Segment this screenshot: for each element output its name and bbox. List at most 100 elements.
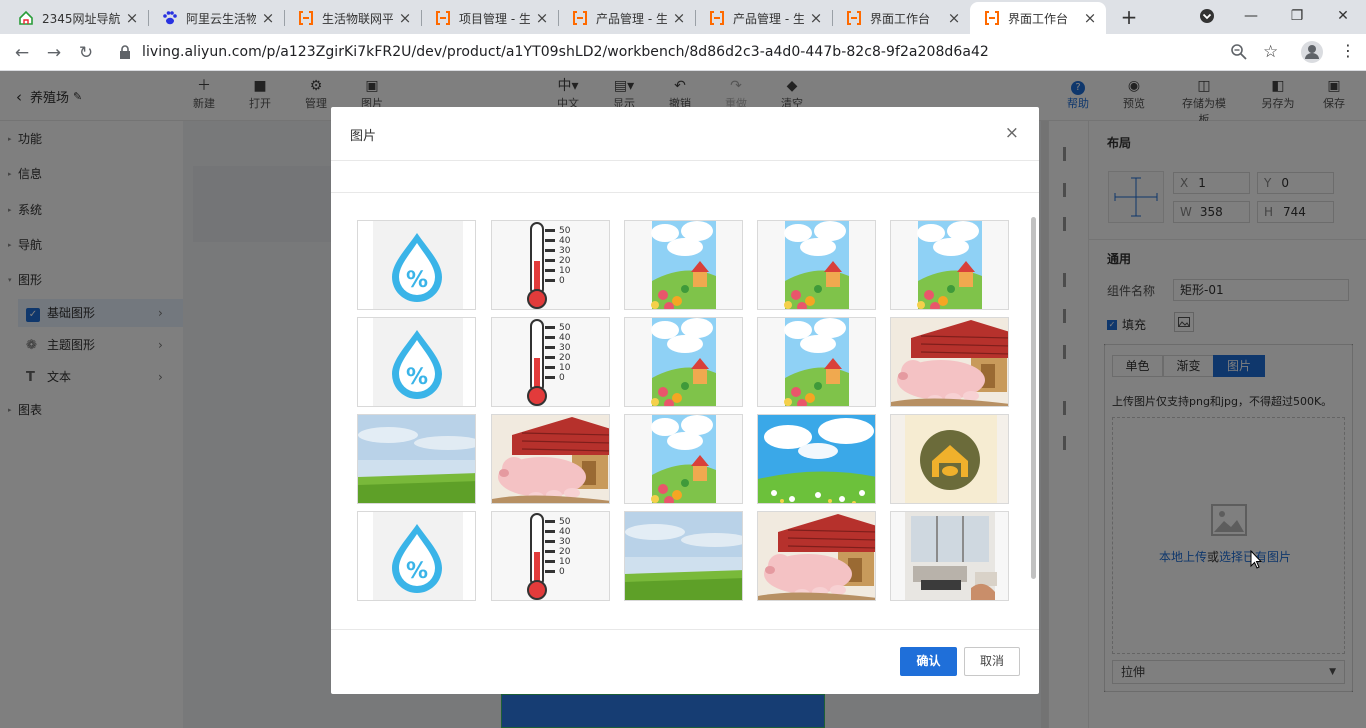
svg-text:50: 50	[559, 517, 571, 527]
confirm-button[interactable]: 确认	[900, 647, 957, 676]
popover-dim	[1104, 344, 1353, 692]
svg-text:%: %	[406, 268, 428, 293]
tab-title: 2345网址导航	[42, 11, 120, 26]
dialog-footer: 确认 取消	[331, 629, 1039, 694]
back-icon[interactable]: ←	[9, 40, 35, 66]
svg-text:10: 10	[559, 557, 571, 567]
tab-close-icon[interactable]: ×	[534, 9, 550, 27]
bracket-icon	[846, 10, 862, 26]
thermometer-icon[interactable]: 50 40 30 20 10 0	[491, 511, 610, 601]
svg-text:40: 40	[559, 333, 571, 343]
cartoon-village-image[interactable]	[624, 220, 743, 310]
cartoon-village-image[interactable]	[624, 317, 743, 407]
tab-close-icon[interactable]: ×	[808, 9, 824, 27]
browser-tab-bar: 2345网址导航 × 阿里云生活物 × 生活物联网平 × 项目管理 - 生 × 产品管理 - 生…	[0, 0, 1366, 34]
svg-text:10: 10	[559, 266, 571, 276]
house-icon	[18, 10, 34, 26]
browser-tab[interactable]: 产品管理 - 生 ×	[695, 2, 832, 34]
tab-close-icon[interactable]: ×	[946, 9, 962, 27]
dialog-header: 图片 ×	[331, 107, 1039, 161]
bracket-icon	[572, 10, 588, 26]
cancel-button[interactable]: 取消	[964, 647, 1020, 676]
browser-tab[interactable]: 生活物联网平 ×	[284, 2, 421, 34]
bracket-icon	[984, 10, 1000, 26]
dialog-toolbar	[331, 161, 1039, 193]
svg-text:10: 10	[559, 363, 571, 373]
bookmark-star-icon[interactable]: ☆	[1263, 42, 1278, 62]
grass-field-image[interactable]	[357, 414, 476, 504]
cartoon-village-image[interactable]	[624, 414, 743, 504]
humidity-drop-icon[interactable]: %	[357, 220, 476, 310]
browser-tab[interactable]: 产品管理 - 生 ×	[558, 2, 695, 34]
barn-badge-icon[interactable]	[890, 414, 1009, 504]
humidity-drop-icon[interactable]: %	[357, 511, 476, 601]
browser-tab[interactable]: 阿里云生活物 ×	[148, 2, 284, 34]
svg-text:%: %	[406, 559, 428, 584]
svg-text:30: 30	[559, 343, 571, 353]
svg-text:20: 20	[559, 353, 571, 363]
svg-text:0: 0	[559, 567, 565, 577]
svg-text:40: 40	[559, 236, 571, 246]
restore-icon[interactable]: ❐	[1274, 0, 1320, 32]
zoom-icon[interactable]	[1230, 43, 1248, 64]
url-text: living.aliyun.com/p/a123ZgirKi7kFR2U/dev…	[142, 44, 989, 60]
living-room-image[interactable]	[890, 511, 1009, 601]
tab-title: 生活物联网平	[322, 11, 393, 26]
svg-text:50: 50	[559, 323, 571, 333]
svg-text:40: 40	[559, 527, 571, 537]
svg-text:0: 0	[559, 373, 565, 383]
grass-field-image[interactable]	[624, 511, 743, 601]
tab-close-icon[interactable]: ×	[260, 9, 276, 27]
reload-icon[interactable]: ↻	[73, 40, 99, 66]
tab-close-icon[interactable]: ×	[1082, 9, 1098, 27]
tab-title: 阿里云生活物	[186, 11, 256, 26]
browser-tab[interactable]: 项目管理 - 生 ×	[421, 2, 558, 34]
browser-tab[interactable]: 界面工作台 ×	[832, 2, 970, 34]
thermometer-icon[interactable]: 50 40 30 20 10 0	[491, 220, 610, 310]
bracket-icon	[298, 10, 314, 26]
tab-title: 项目管理 - 生	[459, 11, 530, 26]
thermometer-icon[interactable]: 50 40 30 20 10 0	[491, 317, 610, 407]
svg-text:%: %	[406, 365, 428, 390]
svg-text:0: 0	[559, 276, 565, 286]
close-icon[interactable]: ×	[1005, 123, 1019, 143]
svg-text:30: 30	[559, 537, 571, 547]
dialog-title: 图片	[350, 129, 377, 144]
close-window-icon[interactable]: ✕	[1320, 0, 1366, 32]
flower-meadow-image[interactable]	[757, 414, 876, 504]
tab-title: 界面工作台	[1008, 11, 1069, 26]
tab-close-icon[interactable]: ×	[397, 9, 413, 27]
browser-tab[interactable]: 界面工作台 ×	[970, 2, 1106, 34]
new-tab-button[interactable]: +	[1118, 6, 1140, 28]
cartoon-village-image[interactable]	[757, 317, 876, 407]
pig-barn-image[interactable]	[491, 414, 610, 504]
svg-text:30: 30	[559, 246, 571, 256]
address-bar-row: ← → ↻ living.aliyun.com/p/a123ZgirKi7kFR…	[0, 34, 1366, 71]
svg-text:20: 20	[559, 256, 571, 266]
cartoon-village-image[interactable]	[757, 220, 876, 310]
lock-icon	[119, 45, 131, 62]
pig-barn-image[interactable]	[757, 511, 876, 601]
paw-icon	[162, 10, 178, 26]
bracket-icon	[435, 10, 451, 26]
minimize-icon[interactable]: —	[1228, 0, 1274, 32]
humidity-drop-icon[interactable]: %	[357, 317, 476, 407]
image-picker-dialog: 图片 × % 50 40 30 20 10 0% 50 40 30 20 10 0% 50 40 30 20 10…	[331, 107, 1039, 694]
tab-title: 产品管理 - 生	[596, 11, 667, 26]
cartoon-village-image[interactable]	[890, 220, 1009, 310]
dialog-scrollbar[interactable]	[1031, 217, 1036, 579]
tab-close-icon[interactable]: ×	[671, 9, 687, 27]
svg-text:20: 20	[559, 547, 571, 557]
account-avatar-icon[interactable]	[1301, 41, 1323, 66]
pig-barn-image[interactable]	[890, 317, 1009, 407]
mouse-cursor-icon	[1250, 549, 1263, 569]
browser-menu-icon[interactable]: ⋮	[1340, 41, 1356, 60]
browser-tab[interactable]: 2345网址导航 ×	[4, 2, 148, 34]
tab-title: 界面工作台	[870, 11, 931, 26]
forward-icon[interactable]: →	[41, 40, 67, 66]
tab-title: 产品管理 - 生	[733, 11, 804, 26]
svg-text:50: 50	[559, 226, 571, 236]
profile-menu-icon[interactable]	[1184, 0, 1230, 32]
tab-close-icon[interactable]: ×	[124, 9, 140, 27]
bracket-icon	[709, 10, 725, 26]
